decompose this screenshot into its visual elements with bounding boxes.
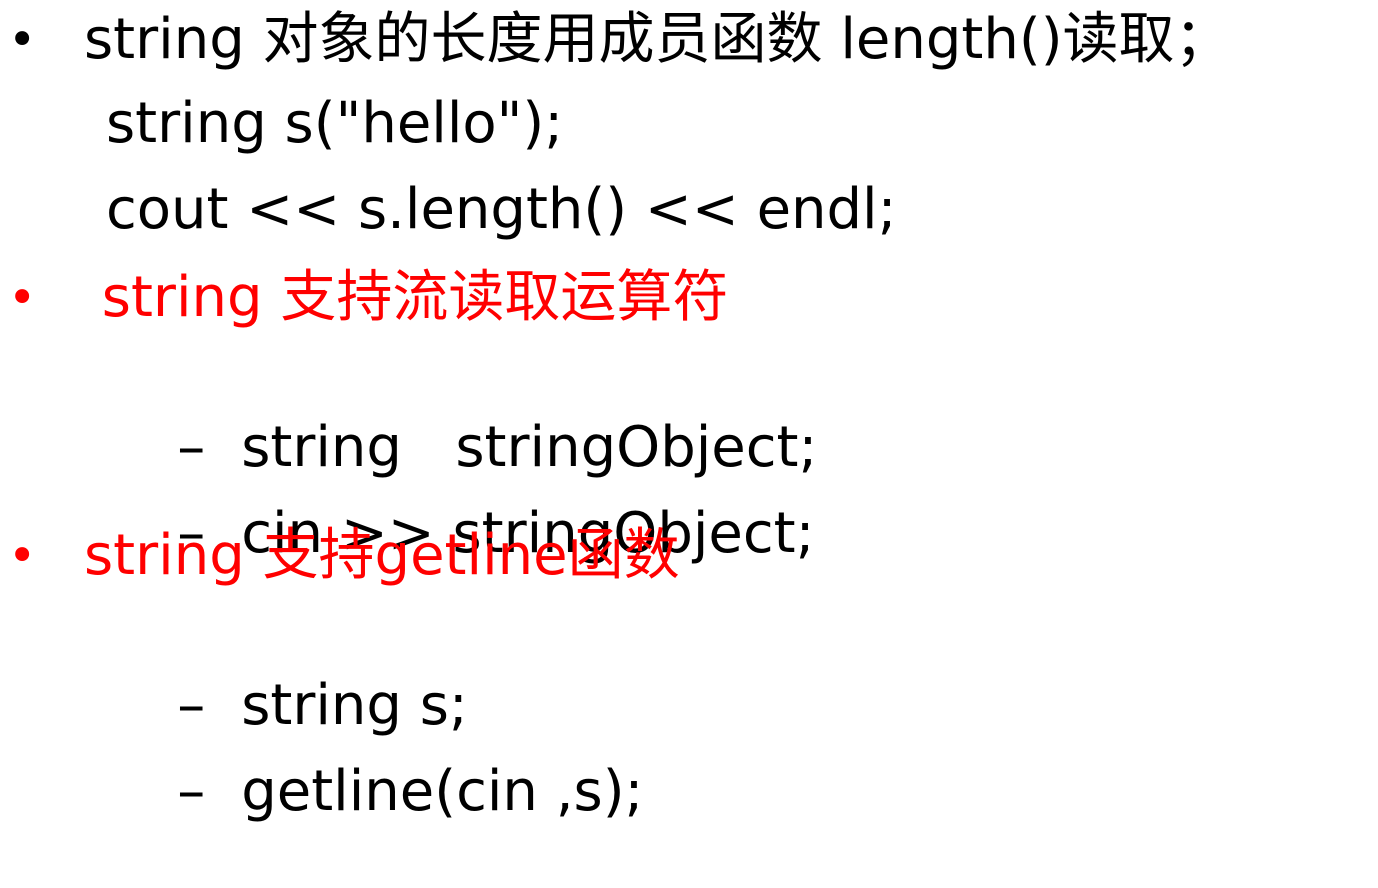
item-2-text: string 支持流读取运算符 bbox=[84, 265, 729, 330]
item-3-dash-2-text: getline(cin ,s); bbox=[241, 759, 644, 824]
dash-symbol: – bbox=[177, 759, 206, 824]
item-3-dash-2: – getline(cin ,s); bbox=[106, 696, 643, 888]
item-1-code-line-1: string s("hello"); bbox=[106, 91, 564, 156]
item-3-text: string 支持getline函数 bbox=[84, 523, 680, 588]
bullet-3: • bbox=[8, 528, 37, 584]
slide: • string 对象的长度用成员函数 length()读取； string s… bbox=[0, 0, 1378, 824]
item-1-text: string 对象的长度用成员函数 length()读取； bbox=[84, 7, 1231, 72]
item-1-code-line-2: cout << s.length() << endl; bbox=[106, 177, 897, 242]
bullet-2: • bbox=[8, 270, 37, 326]
bullet-1: • bbox=[8, 12, 37, 68]
